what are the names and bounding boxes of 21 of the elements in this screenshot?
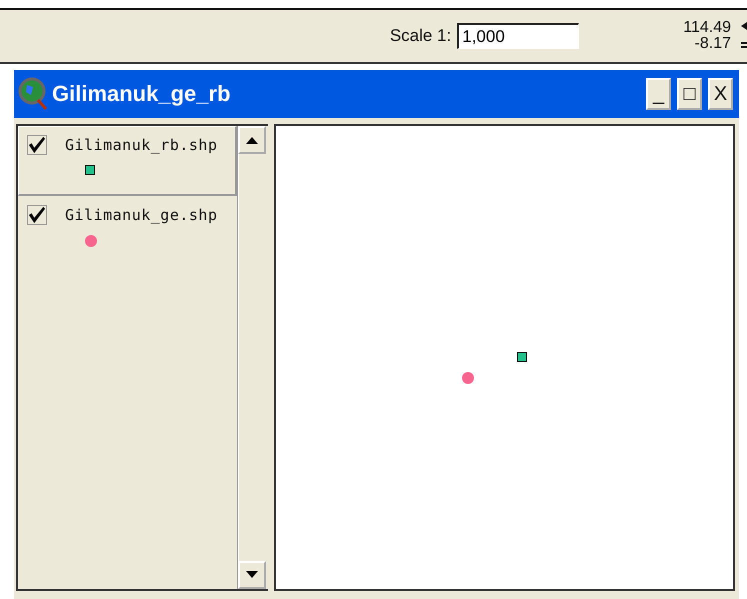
- maximize-button[interactable]: □: [677, 78, 702, 110]
- up-arrow-icon: [246, 136, 258, 144]
- layer-checkbox[interactable]: [27, 205, 47, 225]
- layer-item[interactable]: Gilimanuk_rb.shp: [18, 126, 237, 196]
- layer-checkbox[interactable]: [27, 135, 47, 155]
- square-feature: [517, 352, 527, 362]
- layer-name: Gilimanuk_ge.shp: [65, 206, 218, 224]
- down-arrow-icon: [246, 571, 258, 579]
- minimize-button[interactable]: _: [646, 78, 671, 110]
- globe-icon: [18, 77, 48, 111]
- scale-field[interactable]: 1,000: [457, 23, 580, 49]
- layer-item[interactable]: Gilimanuk_ge.shp: [18, 196, 237, 266]
- y-coordinate: -8.17: [694, 36, 731, 52]
- x-coordinate: 114.49: [683, 20, 731, 36]
- layer-name: Gilimanuk_rb.shp: [65, 136, 218, 154]
- scale-label: Scale 1:: [390, 26, 452, 46]
- point-feature: [462, 372, 474, 384]
- scroll-up-button[interactable]: [238, 126, 266, 154]
- close-button[interactable]: X: [708, 78, 733, 110]
- window-title: Gilimanuk_ge_rb: [52, 81, 232, 107]
- scroll-down-button[interactable]: [238, 561, 266, 589]
